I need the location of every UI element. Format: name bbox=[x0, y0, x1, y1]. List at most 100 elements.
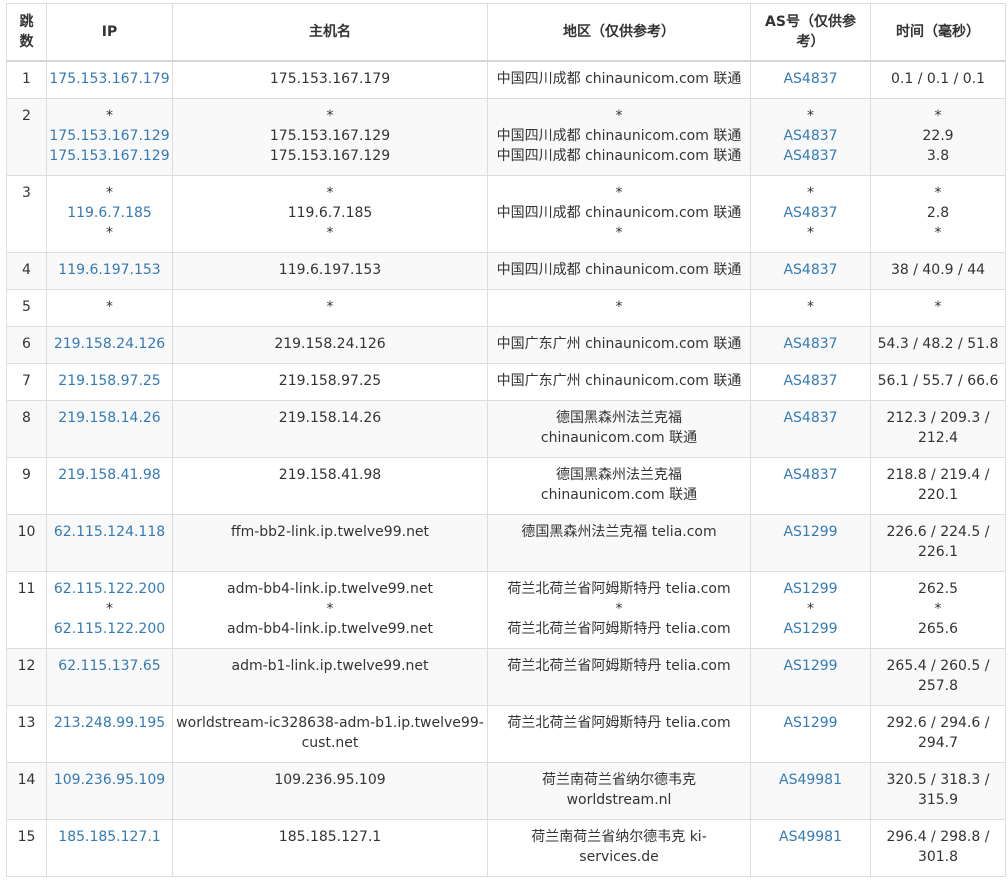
ip-address-link[interactable]: 219.158.97.25 bbox=[47, 371, 172, 391]
asn-link[interactable]: AS4837 bbox=[751, 69, 870, 89]
location-text: 荷兰北荷兰省阿姆斯特丹 telia.com bbox=[507, 581, 731, 597]
ip-address-cell: * 119.6.7.185 * bbox=[46, 175, 173, 253]
column-header-hostname: 主机名 bbox=[172, 3, 488, 62]
asn-link[interactable]: AS4837 bbox=[751, 203, 870, 223]
latency-cell: 54.3 / 48.2 / 51.8 bbox=[870, 326, 1006, 364]
latency-text: 294.7 bbox=[917, 735, 959, 751]
latency-cell: 262.5 * 265.6 bbox=[870, 571, 1006, 649]
table-row: 3 * 119.6.7.185 * * 119.6.7.185 * * 中国四川成都 china… bbox=[6, 175, 1006, 253]
location-cell: 荷兰北荷兰省阿姆斯特丹 telia.com bbox=[487, 648, 751, 706]
asn-cell: AS4837 bbox=[750, 60, 871, 99]
traceroute-table: 跳数 IP 主机名 地区（仅供参考） AS号（仅供参考） 时间（毫秒） 1 175… bbox=[6, 3, 1006, 877]
ip-address-link[interactable]: 175.153.167.129 bbox=[47, 126, 172, 146]
hop-number: 7 bbox=[6, 363, 47, 401]
hop-number: 14 bbox=[6, 762, 47, 820]
latency-text: 38 / 40.9 / 44 bbox=[890, 262, 986, 278]
table-row: 7 219.158.97.25 219.158.97.25 中国广东广州 chinau… bbox=[6, 363, 1006, 401]
ip-address-link[interactable]: 175.153.167.129 bbox=[47, 146, 172, 166]
ip-address-link[interactable]: 175.153.167.179 bbox=[47, 69, 172, 89]
location-text: 德国黑森州法兰克福 bbox=[556, 410, 682, 426]
column-header-location: 地区（仅供参考） bbox=[487, 3, 751, 62]
asn-link[interactable]: AS4837 bbox=[751, 260, 870, 280]
no-response-marker: * bbox=[326, 601, 334, 617]
ip-address-link[interactable]: 119.6.7.185 bbox=[47, 203, 172, 223]
latency-text: 226.1 bbox=[917, 544, 959, 560]
table-row: 8 219.158.14.26 219.158.14.26 德国黑森州法兰克福 chin… bbox=[6, 400, 1006, 458]
no-response-marker: * bbox=[934, 185, 942, 201]
ip-address-cell: 62.115.122.200 * 62.115.122.200 bbox=[46, 571, 173, 649]
latency-text: 0.1 / 0.1 / 0.1 bbox=[890, 71, 986, 87]
latency-text: 292.6 / 294.6 / bbox=[886, 715, 990, 731]
asn-link[interactable]: AS1299 bbox=[751, 713, 870, 733]
hostname-text: 109.236.95.109 bbox=[274, 772, 386, 788]
hostname-text: 185.185.127.1 bbox=[278, 829, 382, 845]
hostname-cell: * 119.6.7.185 * bbox=[172, 175, 488, 253]
column-header-ip: IP bbox=[46, 3, 173, 62]
location-text: worldstream.nl bbox=[566, 792, 672, 808]
latency-text: 3.8 bbox=[926, 148, 950, 164]
ip-address-link[interactable]: 62.115.122.200 bbox=[47, 579, 172, 599]
latency-cell: 320.5 / 318.3 / 315.9 bbox=[870, 762, 1006, 820]
location-cell: * 中国四川成都 chinaunicom.com 联通 * bbox=[487, 175, 751, 253]
asn-link[interactable]: AS49981 bbox=[751, 827, 870, 847]
ip-address-link[interactable]: 219.158.41.98 bbox=[47, 465, 172, 485]
asn-link[interactable]: AS1299 bbox=[751, 656, 870, 676]
latency-cell: * bbox=[870, 289, 1006, 327]
ip-address-cell: * 175.153.167.129 175.153.167.129 bbox=[46, 98, 173, 176]
asn-cell: AS1299 bbox=[750, 514, 871, 572]
asn-link[interactable]: AS4837 bbox=[751, 408, 870, 428]
asn-link[interactable]: AS1299 bbox=[751, 522, 870, 542]
asn-link[interactable]: AS4837 bbox=[751, 146, 870, 166]
table-row: 6 219.158.24.126 219.158.24.126 中国广东广州 chin… bbox=[6, 326, 1006, 364]
hop-number: 15 bbox=[6, 819, 47, 877]
asn-cell: AS1299 bbox=[750, 648, 871, 706]
ip-address-link[interactable]: 219.158.14.26 bbox=[47, 408, 172, 428]
ip-address-cell: 119.6.197.153 bbox=[46, 252, 173, 290]
table-row: 1 175.153.167.179 175.153.167.179 中国四川成都 ch… bbox=[6, 60, 1006, 99]
latency-cell: * 2.8 * bbox=[870, 175, 1006, 253]
no-response-marker: * bbox=[326, 108, 334, 124]
asn-link[interactable]: AS1299 bbox=[751, 579, 870, 599]
location-cell: 荷兰南荷兰省纳尔德韦克 worldstream.nl bbox=[487, 762, 751, 820]
location-text: 中国广东广州 chinaunicom.com 联通 bbox=[496, 373, 742, 389]
ip-address-link[interactable]: 109.236.95.109 bbox=[47, 770, 172, 790]
latency-text: 315.9 bbox=[917, 792, 959, 808]
ip-address-link[interactable]: 62.115.122.200 bbox=[47, 619, 172, 639]
asn-cell: AS4837 bbox=[750, 326, 871, 364]
hop-number: 13 bbox=[6, 705, 47, 763]
location-cell: 德国黑森州法兰克福 chinaunicom.com 联通 bbox=[487, 457, 751, 515]
asn-link[interactable]: AS4837 bbox=[751, 334, 870, 354]
hostname-cell: 219.158.24.126 bbox=[172, 326, 488, 364]
no-response-marker: * bbox=[807, 185, 814, 201]
asn-link[interactable]: AS4837 bbox=[751, 126, 870, 146]
ip-address-link[interactable]: 119.6.197.153 bbox=[47, 260, 172, 280]
column-header-asn: AS号（仅供参考） bbox=[750, 3, 871, 62]
ip-address-link[interactable]: 62.115.124.118 bbox=[47, 522, 172, 542]
table-row: 15 185.185.127.1 185.185.127.1 荷兰南荷兰省纳尔德韦克 … bbox=[6, 819, 1006, 877]
ip-address-link[interactable]: 185.185.127.1 bbox=[47, 827, 172, 847]
latency-text: 296.4 / 298.8 / bbox=[886, 829, 990, 845]
latency-cell: 226.6 / 224.5 / 226.1 bbox=[870, 514, 1006, 572]
no-response-marker: * bbox=[326, 299, 334, 315]
asn-link[interactable]: AS49981 bbox=[751, 770, 870, 790]
hop-number: 5 bbox=[6, 289, 47, 327]
location-cell: * bbox=[487, 289, 751, 327]
hostname-cell: 219.158.97.25 bbox=[172, 363, 488, 401]
ip-address-cell: 62.115.124.118 bbox=[46, 514, 173, 572]
hostname-text: 219.158.14.26 bbox=[278, 410, 382, 426]
no-response-marker: * bbox=[807, 225, 814, 241]
hop-number: 4 bbox=[6, 252, 47, 290]
asn-link[interactable]: AS1299 bbox=[751, 619, 870, 639]
ip-address-link[interactable]: 219.158.24.126 bbox=[47, 334, 172, 354]
latency-cell: 292.6 / 294.6 / 294.7 bbox=[870, 705, 1006, 763]
asn-link[interactable]: AS4837 bbox=[751, 371, 870, 391]
hop-number: 2 bbox=[6, 98, 47, 176]
asn-link[interactable]: AS4837 bbox=[751, 465, 870, 485]
no-response-marker: * bbox=[615, 225, 623, 241]
no-response-marker: * bbox=[106, 225, 113, 241]
ip-address-link[interactable]: 213.248.99.195 bbox=[47, 713, 172, 733]
ip-address-link[interactable]: 62.115.137.65 bbox=[47, 656, 172, 676]
location-text: chinaunicom.com 联通 bbox=[540, 487, 698, 503]
hostname-cell: * bbox=[172, 289, 488, 327]
location-cell: 中国广东广州 chinaunicom.com 联通 bbox=[487, 363, 751, 401]
